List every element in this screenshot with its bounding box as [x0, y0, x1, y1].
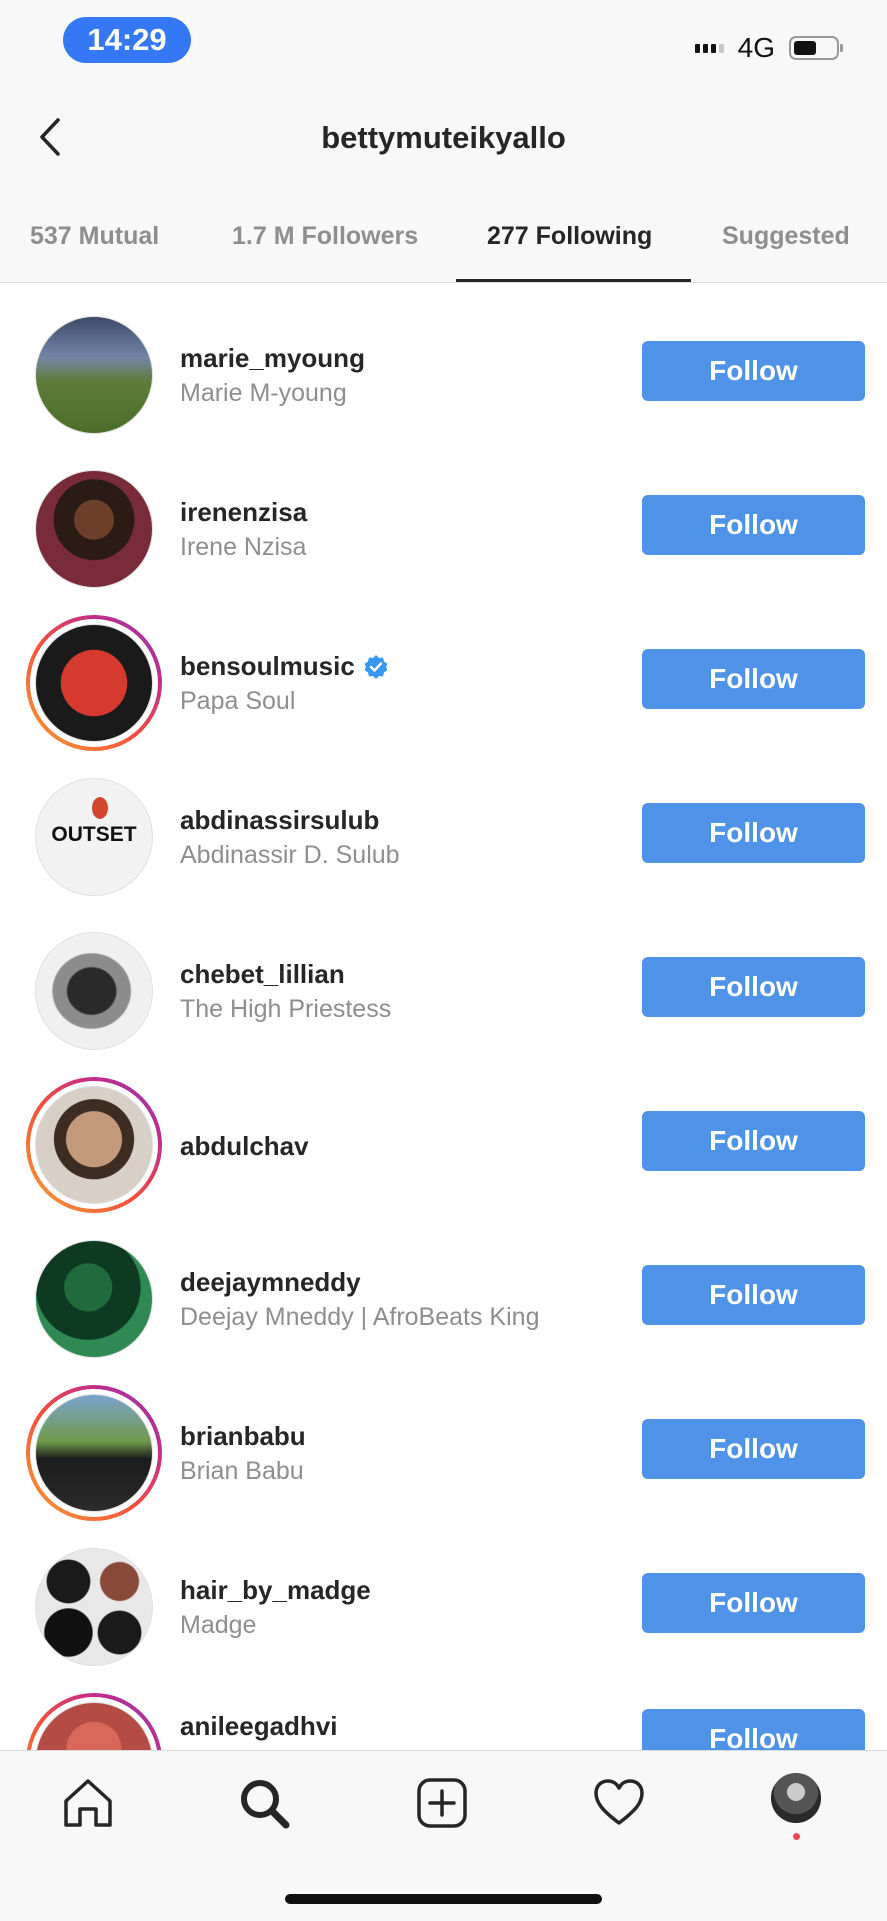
avatar[interactable]	[26, 1077, 162, 1213]
account-name: Irene Nzisa	[180, 533, 307, 561]
search-tab[interactable]	[236, 1775, 292, 1831]
avatar[interactable]	[26, 615, 162, 751]
list-item[interactable]: irenenzisa Irene Nzisa Follow	[0, 437, 887, 591]
tab-following[interactable]: 277 Following	[487, 222, 652, 251]
avatar[interactable]	[26, 923, 162, 1059]
verified-badge-icon	[364, 654, 388, 679]
follow-button[interactable]: Follow	[642, 1111, 865, 1171]
avatar[interactable]	[26, 307, 162, 443]
list-item[interactable]: marie_myoung Marie M-young Follow	[0, 283, 887, 437]
avatar-logo-text: OUTSET	[51, 823, 137, 846]
avatar[interactable]	[26, 1693, 162, 1750]
avatar[interactable]: OUTSET	[26, 769, 162, 905]
signal-icon	[694, 43, 724, 53]
tab-suggested[interactable]: Suggested	[722, 222, 850, 251]
home-tab[interactable]	[60, 1775, 116, 1831]
account-handle[interactable]: irenenzisa	[180, 497, 307, 528]
list-item[interactable]: deejaymneddy Deejay Mneddy | AfroBeats K…	[0, 1207, 887, 1361]
avatar[interactable]	[26, 1231, 162, 1367]
account-handle[interactable]: chebet_lillian	[180, 959, 345, 990]
tab-mutual[interactable]: 537 Mutual	[30, 222, 159, 251]
header: bettymuteikyallo	[0, 90, 887, 190]
account-name: Brian Babu	[180, 1457, 304, 1485]
heart-icon	[594, 1779, 644, 1825]
follow-button[interactable]: Follow	[642, 803, 865, 863]
new-post-tab[interactable]	[414, 1775, 470, 1831]
notification-dot	[793, 1833, 800, 1840]
battery-icon	[789, 36, 843, 60]
status-time: 14:29	[63, 17, 191, 63]
avatar[interactable]	[26, 1539, 162, 1675]
follow-button[interactable]: Follow	[642, 1419, 865, 1479]
follow-button[interactable]: Follow	[642, 1573, 865, 1633]
account-name: Deejay Mneddy | AfroBeats King	[180, 1303, 540, 1331]
follow-button[interactable]: Follow	[642, 957, 865, 1017]
follow-button[interactable]: Follow	[642, 495, 865, 555]
status-indicators: 4G	[694, 30, 843, 66]
list-item[interactable]: anileegadhvi Follow	[0, 1669, 887, 1750]
list-item[interactable]: OUTSET abdinassirsulub Abdinassir D. Sul…	[0, 745, 887, 899]
add-post-icon	[417, 1778, 467, 1828]
account-name: The High Priestess	[180, 995, 392, 1023]
home-icon	[64, 1779, 112, 1827]
page-title: bettymuteikyallo	[321, 120, 566, 155]
tab-followers[interactable]: 1.7 M Followers	[232, 222, 418, 251]
list-item[interactable]: brianbabu Brian Babu Follow	[0, 1361, 887, 1521]
list-item[interactable]: abdulchav Follow	[0, 1053, 887, 1213]
account-handle[interactable]: abdulchav	[180, 1131, 309, 1162]
avatar	[771, 1773, 821, 1823]
account-handle[interactable]: anileegadhvi	[180, 1711, 338, 1742]
account-handle[interactable]: hair_by_madge	[180, 1575, 371, 1606]
account-name: Abdinassir D. Sulub	[180, 841, 400, 869]
activity-tab[interactable]	[591, 1775, 647, 1831]
follow-button[interactable]: Follow	[642, 649, 865, 709]
avatar[interactable]	[26, 1385, 162, 1521]
follow-tabs: 537 Mutual 1.7 M Followers 277 Following…	[0, 190, 887, 283]
account-handle[interactable]: bensoulmusic	[180, 651, 355, 682]
follow-button[interactable]: Follow	[642, 1709, 865, 1750]
account-name: Marie M-young	[180, 379, 347, 407]
account-handle[interactable]: abdinassirsulub	[180, 805, 379, 836]
list-item[interactable]: bensoulmusic Papa Soul Follow	[0, 591, 887, 751]
search-icon	[241, 1780, 290, 1829]
profile-tab[interactable]	[771, 1773, 821, 1823]
status-bar: 14:29 4G	[0, 0, 887, 90]
account-handle[interactable]: marie_myoung	[180, 343, 365, 374]
list-item[interactable]: chebet_lillian The High Priestess Follow	[0, 899, 887, 1053]
network-type: 4G	[737, 32, 775, 63]
home-indicator	[285, 1894, 602, 1904]
follow-button[interactable]: Follow	[642, 1265, 865, 1325]
account-handle[interactable]: brianbabu	[180, 1421, 306, 1452]
account-handle[interactable]: deejaymneddy	[180, 1267, 361, 1298]
account-name: Papa Soul	[180, 687, 296, 715]
active-tab-indicator	[456, 279, 691, 282]
following-list[interactable]: marie_myoung Marie M-young Follow irenen…	[0, 283, 887, 1750]
follow-button[interactable]: Follow	[642, 341, 865, 401]
list-item[interactable]: hair_by_madge Madge Follow	[0, 1515, 887, 1669]
account-name: Madge	[180, 1611, 257, 1639]
avatar[interactable]	[26, 461, 162, 597]
